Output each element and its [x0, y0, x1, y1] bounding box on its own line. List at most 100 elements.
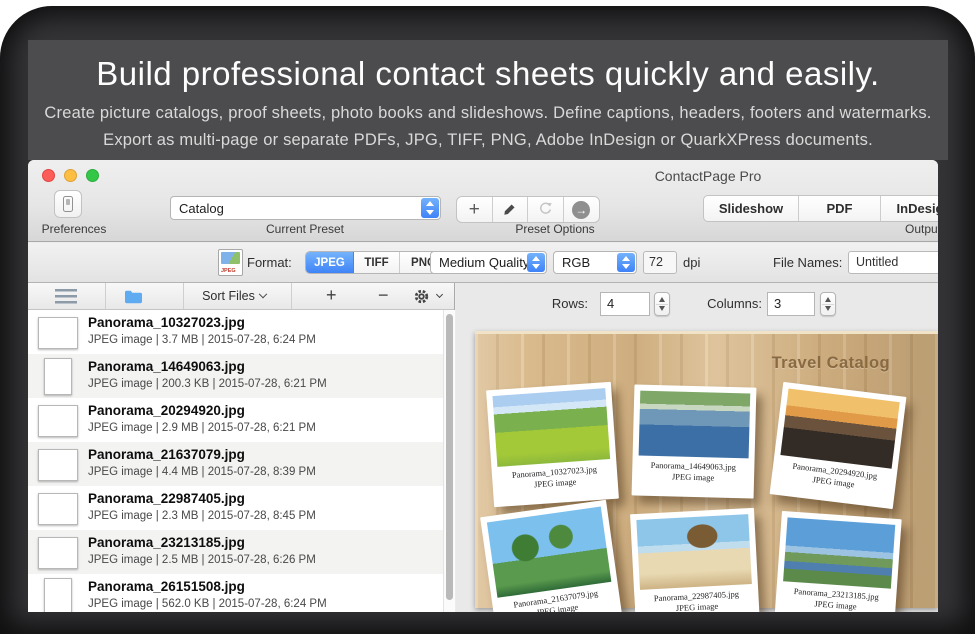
- plus-icon: +: [469, 199, 480, 221]
- photo-type: JPEG image: [814, 598, 857, 611]
- preset-options-label: Preset Options: [475, 222, 635, 236]
- file-name: Panorama_23213185.jpg: [88, 535, 245, 550]
- file-thumbnail: [38, 493, 78, 525]
- file-details: JPEG image | 3.7 MB | 2015-07-28, 6:24 P…: [88, 334, 316, 346]
- file-name: Panorama_21637079.jpg: [88, 447, 245, 462]
- photo-type: JPEG image: [534, 476, 577, 489]
- current-preset-dropdown[interactable]: Catalog: [170, 196, 441, 220]
- output-buttons-group: Slideshow PDF InDesign: [703, 195, 938, 222]
- sidebar-scrollbar-track[interactable]: [443, 310, 455, 612]
- edit-preset-button[interactable]: [493, 197, 529, 222]
- format-option-jpeg-label: JPEG: [314, 257, 345, 269]
- photo-type: JPEG image: [672, 471, 715, 482]
- file-row[interactable]: Panorama_10327023.jpg JPEG image | 3.7 M…: [28, 310, 443, 354]
- pdf-button[interactable]: PDF: [799, 196, 881, 221]
- colorspace-dropdown[interactable]: RGB: [553, 251, 637, 274]
- pencil-icon: [503, 203, 516, 216]
- photo-type: JPEG image: [676, 601, 719, 612]
- file-names-label: File Names:: [773, 243, 842, 282]
- format-option-tiff[interactable]: TIFF: [354, 252, 400, 273]
- preview-photo: Panorama_22987405.jpg JPEG image: [630, 508, 760, 612]
- window-title: ContactPage Pro: [588, 168, 828, 184]
- titlebar-toolbar: ContactPage Pro Preferences Catalog Curr…: [28, 160, 938, 242]
- file-name: Panorama_22987405.jpg: [88, 491, 245, 506]
- file-row[interactable]: Panorama_26151508.jpg JPEG image | 562.0…: [28, 574, 443, 612]
- file-row[interactable]: Panorama_14649063.jpg JPEG image | 200.3…: [28, 354, 443, 398]
- preview-photo: Panorama_21637079.jpg JPEG image: [480, 500, 623, 612]
- dpi-input[interactable]: 72: [643, 251, 677, 274]
- photo-image: [783, 517, 895, 588]
- file-row[interactable]: Panorama_22987405.jpg JPEG image | 2.3 M…: [28, 486, 443, 530]
- format-bar: JPEG Format: JPEG TIFF PNG Medium Qualit…: [28, 243, 938, 283]
- dropdown-stepper-icon: [421, 198, 439, 218]
- file-thumbnail: [38, 405, 78, 437]
- preview-panel: Rows: 4 Columns: 3 Travel Catalog Panora…: [456, 283, 938, 612]
- file-row[interactable]: Panorama_23213185.jpg JPEG image | 2.5 M…: [28, 530, 443, 574]
- app-window: ContactPage Pro Preferences Catalog Curr…: [28, 160, 938, 612]
- file-details: JPEG image | 562.0 KB | 2015-07-28, 6:24…: [88, 598, 327, 610]
- format-option-jpeg[interactable]: JPEG: [306, 252, 354, 273]
- preview-photo: Panorama_14649063.jpg JPEG image: [632, 384, 757, 498]
- catalog-header-text: Travel Catalog: [772, 354, 890, 373]
- current-preset-label: Current Preset: [205, 222, 405, 236]
- sidebar-scrollbar-thumb[interactable]: [446, 314, 453, 600]
- slideshow-button[interactable]: Slideshow: [704, 196, 799, 221]
- preferences-button[interactable]: [54, 190, 82, 218]
- preview-photo: Panorama_10327023.jpg JPEG image: [486, 382, 619, 507]
- columns-stepper[interactable]: [820, 292, 836, 316]
- preferences-label: Preferences: [28, 222, 120, 236]
- rows-label: Rows:: [546, 292, 588, 316]
- file-name: Panorama_26151508.jpg: [88, 579, 245, 594]
- reset-preset-button[interactable]: [528, 197, 564, 222]
- file-thumbnail: [44, 578, 72, 612]
- file-thumbnail: [38, 537, 78, 569]
- file-names-input[interactable]: Untitled: [848, 251, 938, 274]
- current-preset-value: Catalog: [179, 197, 224, 219]
- quality-dropdown[interactable]: Medium Quality: [430, 251, 547, 274]
- folder-icon[interactable]: [124, 289, 143, 304]
- file-details: JPEG image | 2.5 MB | 2015-07-28, 6:26 P…: [88, 554, 316, 566]
- columns-label: Columns:: [696, 292, 762, 316]
- jpeg-file-icon-badge: JPEG: [221, 268, 236, 274]
- content-area: Sort Files + − Panora: [28, 283, 938, 612]
- photo-image: [636, 514, 752, 590]
- jpeg-file-icon: JPEG: [218, 249, 243, 276]
- remove-files-button[interactable]: −: [378, 283, 389, 310]
- photo-image: [639, 391, 751, 459]
- preview-photo: Panorama_20294920.jpg JPEG image: [770, 382, 907, 509]
- rows-input[interactable]: 4: [600, 292, 650, 316]
- photo-image: [487, 507, 611, 598]
- file-name: Panorama_10327023.jpg: [88, 315, 245, 330]
- actions-menu-button[interactable]: [413, 288, 430, 310]
- zoom-window-button[interactable]: [86, 169, 99, 182]
- hero-subtitle-line1: Create picture catalogs, proof sheets, p…: [28, 104, 948, 123]
- dropdown-stepper-icon: [527, 253, 545, 272]
- indesign-button[interactable]: InDesign: [881, 196, 938, 221]
- chevron-down-icon: [436, 291, 443, 298]
- photo-caption: Panorama_14649063.jpg: [651, 460, 736, 472]
- refresh-icon: [538, 202, 553, 217]
- format-label: Format:: [247, 243, 292, 282]
- file-details: JPEG image | 2.9 MB | 2015-07-28, 6:21 P…: [88, 422, 316, 434]
- file-details: JPEG image | 2.3 MB | 2015-07-28, 8:45 P…: [88, 510, 316, 522]
- file-sidebar: Sort Files + − Panora: [28, 283, 455, 612]
- contact-sheet-preview: Travel Catalog Panorama_10327023.jpg JPE…: [475, 331, 938, 608]
- file-row[interactable]: Panorama_20294920.jpg JPEG image | 2.9 M…: [28, 398, 443, 442]
- sort-files-menu[interactable]: Sort Files: [191, 283, 277, 310]
- columns-input[interactable]: 3: [767, 292, 815, 316]
- add-preset-button[interactable]: +: [457, 197, 493, 222]
- list-view-icon[interactable]: [55, 289, 77, 304]
- close-window-button[interactable]: [42, 169, 55, 182]
- marketing-page: Build professional contact sheets quickl…: [0, 0, 975, 634]
- slideshow-button-label: Slideshow: [719, 201, 783, 216]
- photo-image: [492, 388, 610, 467]
- file-row[interactable]: Panorama_21637079.jpg JPEG image | 4.4 M…: [28, 442, 443, 486]
- add-files-button[interactable]: +: [326, 283, 337, 310]
- file-details: JPEG image | 4.4 MB | 2015-07-28, 8:39 P…: [88, 466, 316, 478]
- dpi-label: dpi: [683, 243, 700, 282]
- apply-preset-button[interactable]: →: [564, 197, 600, 222]
- format-option-tiff-label: TIFF: [364, 257, 388, 269]
- minimize-window-button[interactable]: [64, 169, 77, 182]
- dropdown-stepper-icon: [617, 253, 635, 272]
- rows-stepper[interactable]: [654, 292, 670, 316]
